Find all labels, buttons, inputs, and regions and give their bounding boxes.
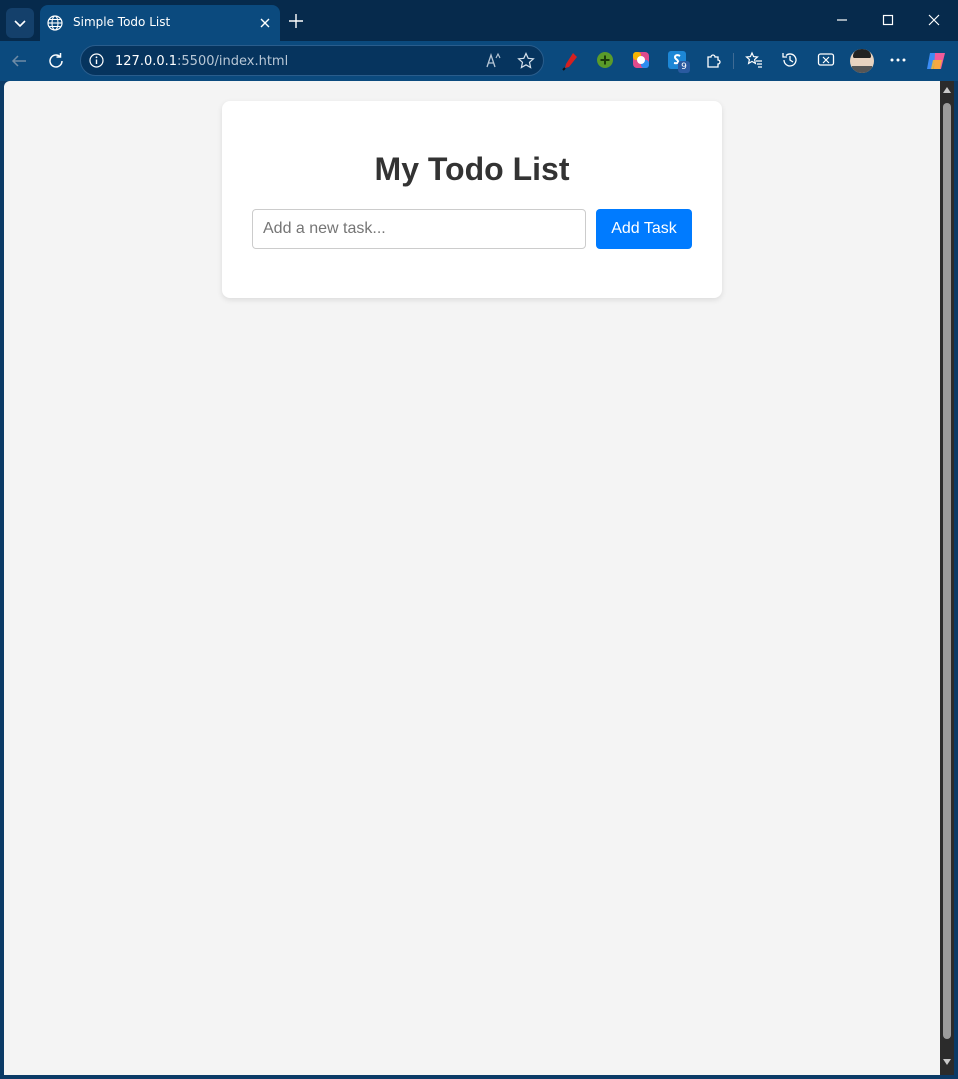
- url-host: 127.0.0.1: [115, 54, 178, 69]
- browser-title-bar: Simple Todo List: [0, 0, 958, 41]
- todo-card: My Todo List Add Task: [222, 101, 722, 298]
- color-picker-extension-icon[interactable]: [632, 51, 650, 69]
- browser-toolbar: 127.0.0.1:5500/index.html 9: [0, 41, 958, 81]
- new-task-input[interactable]: [252, 209, 586, 249]
- extension-badge-count: 9: [678, 61, 690, 73]
- avatar[interactable]: [850, 49, 874, 73]
- url-text: 127.0.0.1:5500/index.html: [115, 54, 288, 69]
- vertical-scrollbar[interactable]: [940, 81, 954, 1075]
- reload-icon[interactable]: [46, 51, 66, 71]
- tab-title: Simple Todo List: [73, 15, 171, 29]
- globe-icon: [47, 15, 63, 31]
- scroll-up-arrow-icon[interactable]: [942, 85, 952, 95]
- new-tab-plus-icon[interactable]: [288, 13, 304, 29]
- add-task-button[interactable]: Add Task: [596, 209, 692, 249]
- read-aloud-icon[interactable]: [485, 52, 503, 70]
- avatar-shirt: [852, 66, 872, 73]
- star-icon[interactable]: [517, 52, 535, 70]
- avatar-hair: [853, 49, 871, 58]
- window-close-icon[interactable]: [928, 14, 940, 26]
- page-title: My Todo List: [374, 151, 570, 187]
- toolbar-divider: [733, 53, 734, 69]
- add-circle-extension-icon[interactable]: [596, 51, 614, 69]
- site-info-icon[interactable]: [89, 53, 104, 68]
- url-path: :5500/index.html: [177, 54, 289, 69]
- marker-extension-icon[interactable]: [561, 51, 579, 71]
- address-bar[interactable]: 127.0.0.1:5500/index.html: [80, 45, 544, 76]
- chevron-down-icon: [14, 20, 26, 28]
- screenshot-icon[interactable]: [817, 51, 835, 69]
- extensions-puzzle-icon[interactable]: [705, 51, 723, 69]
- copilot-icon[interactable]: [925, 50, 947, 72]
- tab-actions-menu-button[interactable]: [6, 8, 34, 38]
- close-icon[interactable]: [259, 17, 271, 29]
- back-arrow-icon[interactable]: [10, 52, 28, 70]
- page-viewport: My Todo List Add Task: [4, 81, 940, 1075]
- scroll-down-arrow-icon[interactable]: [942, 1057, 952, 1067]
- more-options-icon[interactable]: [889, 51, 907, 69]
- maximize-icon[interactable]: [882, 14, 894, 26]
- scrollbar-thumb[interactable]: [943, 103, 951, 1039]
- favorites-icon[interactable]: [745, 51, 763, 69]
- history-icon[interactable]: [781, 51, 799, 69]
- browser-tab-active[interactable]: Simple Todo List: [40, 5, 280, 41]
- skype-extension-button[interactable]: 9: [668, 51, 692, 75]
- minimize-icon[interactable]: [836, 14, 848, 26]
